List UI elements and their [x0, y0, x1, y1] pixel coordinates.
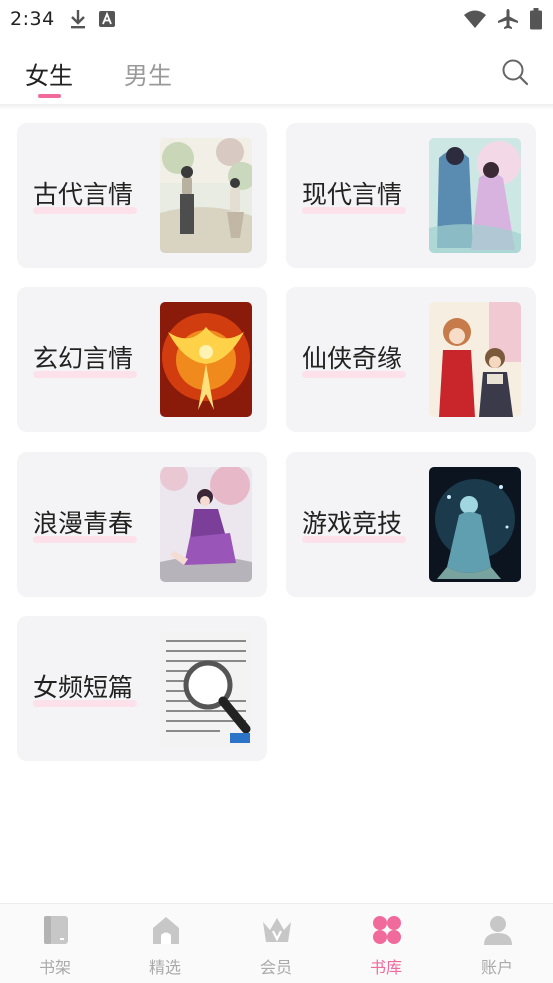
category-label: 玄幻言情	[33, 344, 134, 373]
status-time: 2:34	[10, 8, 55, 30]
library-grid-icon	[373, 916, 401, 944]
status-left-icons	[69, 9, 115, 29]
category-label: 浪漫青春	[33, 509, 134, 538]
active-tab-indicator	[38, 94, 61, 98]
category-card-ancient-romance[interactable]: 古代言情	[17, 123, 267, 268]
category-card-xianxia[interactable]: 仙侠奇缘	[286, 287, 536, 432]
nav-item-featured[interactable]: 精选	[110, 904, 220, 983]
battery-icon	[530, 8, 542, 30]
category-card-game-esports[interactable]: 游戏竞技	[286, 452, 536, 597]
nav-item-library[interactable]: 书库	[331, 904, 441, 983]
nav-item-vip[interactable]: 会员	[221, 904, 331, 983]
game-esports-cover	[429, 467, 521, 582]
category-card-modern-romance[interactable]: 现代言情	[286, 123, 536, 268]
tab-female[interactable]: 女生	[25, 56, 73, 91]
category-label: 游戏竞技	[302, 509, 403, 538]
a-badge-icon	[98, 11, 115, 27]
nav-label: 精选	[148, 958, 181, 977]
category-label: 女频短篇	[33, 673, 134, 702]
top-tab-bar: 女生 男生	[0, 38, 553, 106]
category-card-romance-youth[interactable]: 浪漫青春	[17, 452, 267, 597]
header-divider	[0, 104, 553, 110]
nav-label: 书架	[38, 958, 71, 977]
airplane-icon	[498, 9, 518, 29]
category-label: 古代言情	[33, 180, 134, 209]
tab-male[interactable]: 男生	[124, 56, 172, 91]
wifi-icon	[464, 10, 486, 28]
fantasy-romance-phoenix-cover	[160, 302, 252, 417]
status-bar: 2:34	[0, 0, 553, 38]
nav-item-bookshelf[interactable]: 书架	[0, 904, 110, 983]
category-label: 现代言情	[302, 180, 403, 209]
short-story-newspaper-cover	[160, 631, 252, 746]
status-right-icons	[463, 8, 543, 30]
featured-home-icon	[153, 917, 179, 944]
account-user-icon	[484, 916, 512, 945]
ancient-romance-cover	[160, 138, 252, 253]
bookshelf-icon	[44, 916, 68, 944]
xianxia-cover	[429, 302, 521, 417]
bottom-nav-bar: 书架 精选 会员 书库 账户	[0, 903, 553, 983]
category-card-fantasy-romance[interactable]: 玄幻言情	[17, 287, 267, 432]
vip-crown-icon	[263, 918, 291, 942]
nav-label: 书库	[369, 958, 402, 977]
romance-youth-cover	[160, 467, 252, 582]
search-icon[interactable]	[501, 58, 529, 86]
modern-romance-cover	[429, 138, 521, 253]
nav-item-account[interactable]: 账户	[442, 904, 552, 983]
download-icon	[70, 10, 85, 29]
nav-label: 账户	[480, 958, 513, 977]
nav-label: 会员	[259, 958, 292, 977]
category-label: 仙侠奇缘	[302, 344, 403, 373]
category-card-short-story[interactable]: 女频短篇	[17, 616, 267, 761]
